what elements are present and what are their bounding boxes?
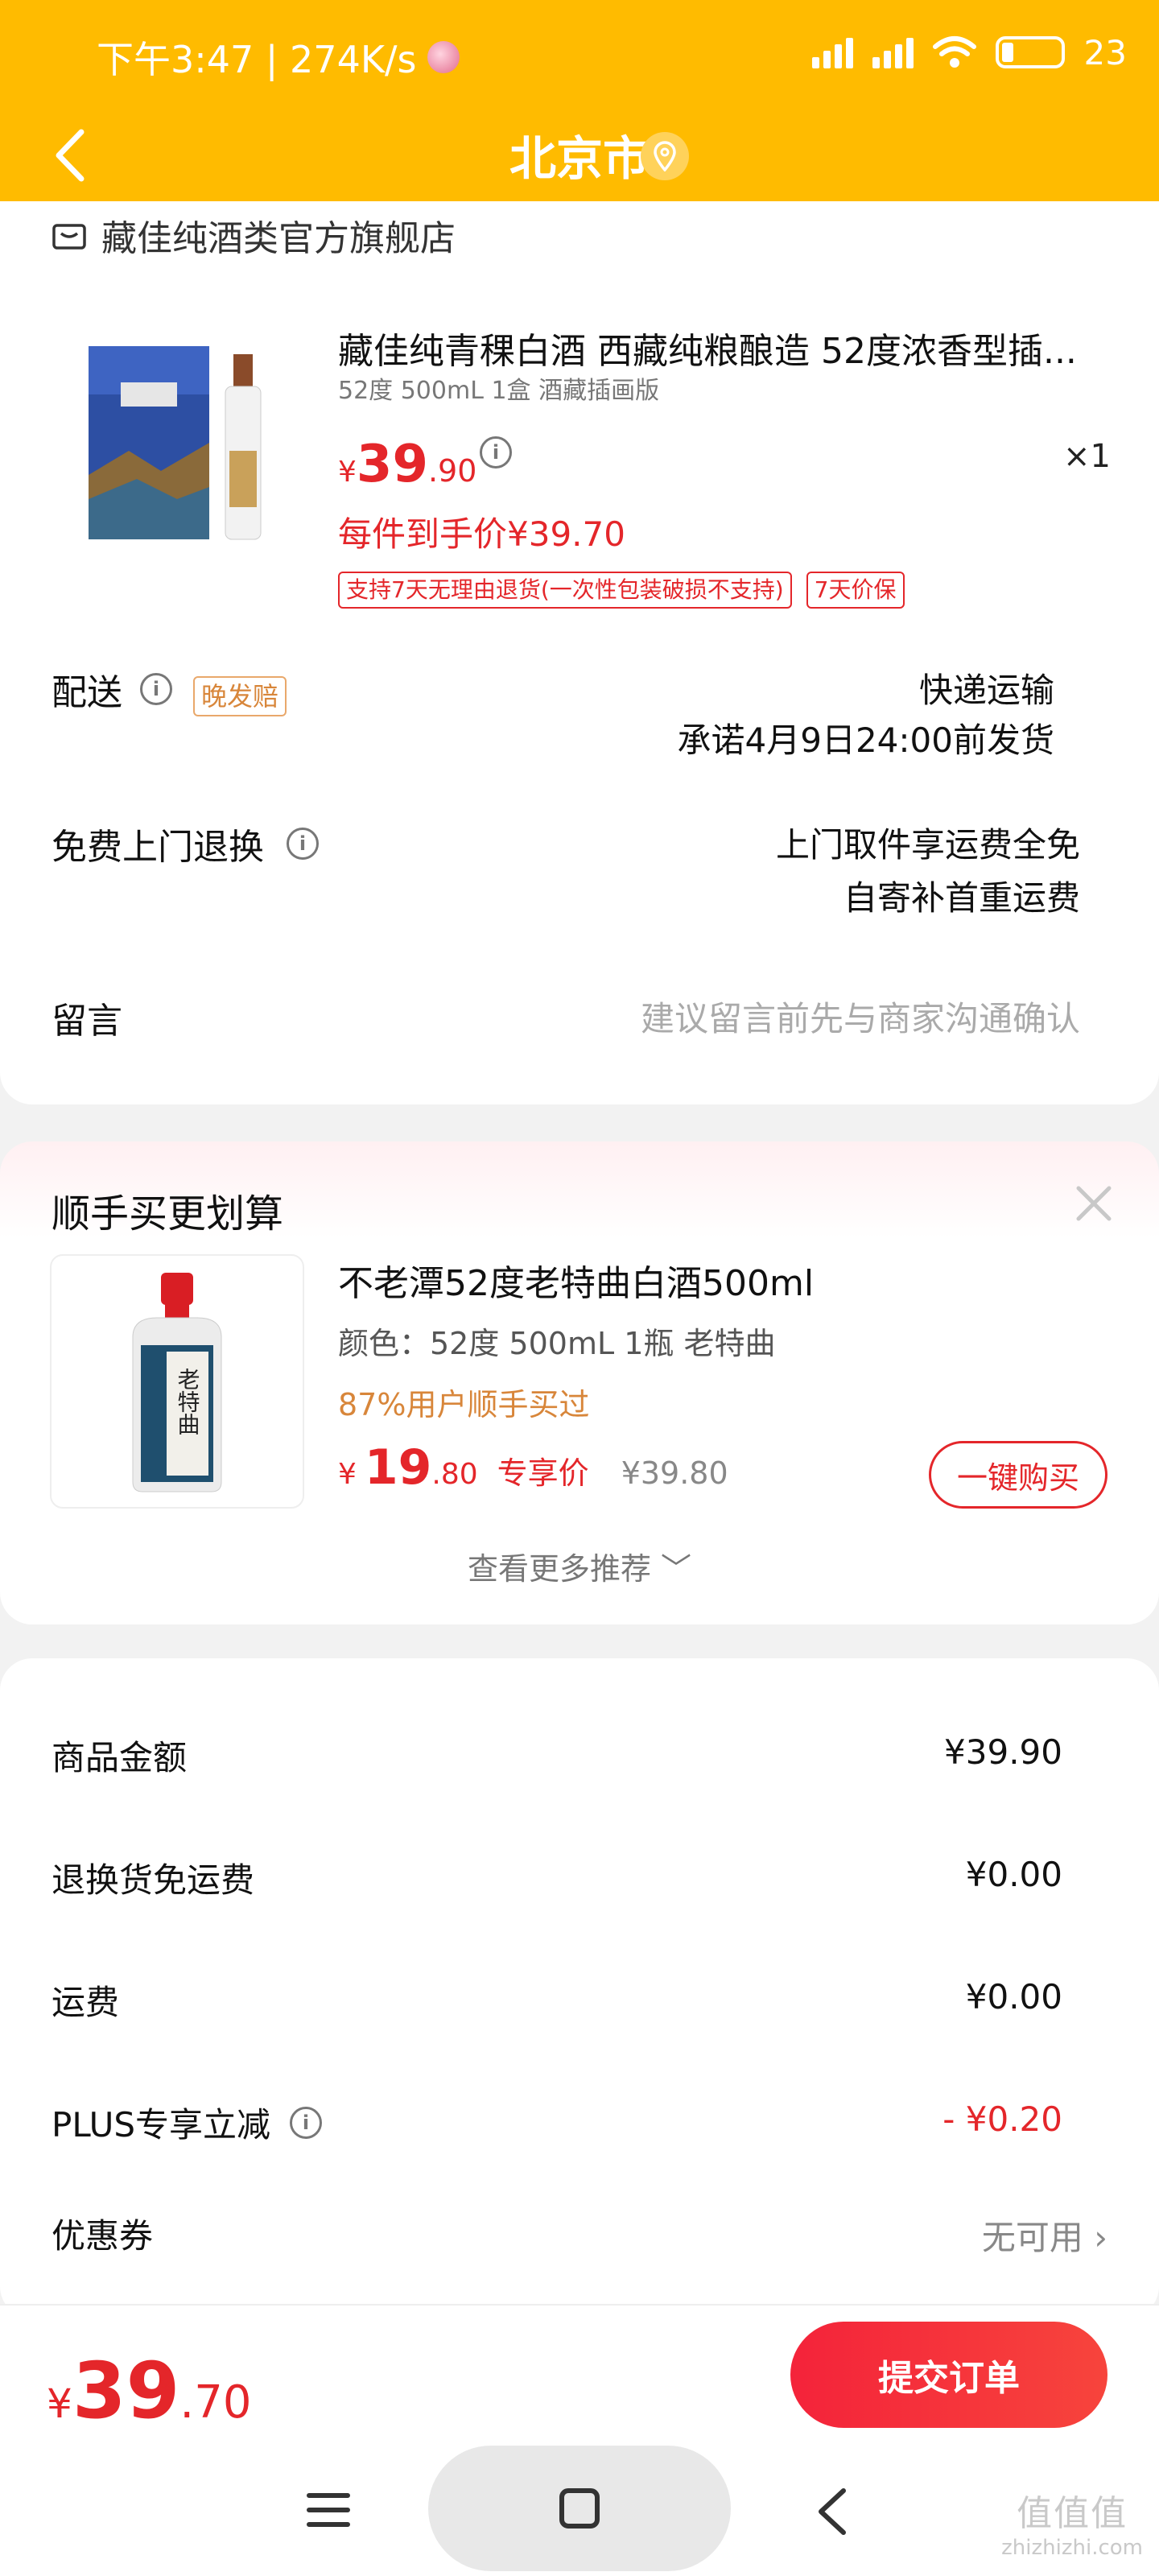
plus-discount-row[interactable]: PLUS专享立减 i <box>52 2098 323 2147</box>
total-integer: 39 <box>72 2346 180 2436</box>
return-free-label: 退换货免运费 <box>52 1853 254 1902</box>
goods-amount-label-text: 商品金额 <box>52 1738 188 1777</box>
submit-order-button[interactable]: 提交订单 <box>790 2322 1107 2428</box>
product-spec: 52度 500mL 1盒 酒藏插画版 <box>338 377 660 405</box>
battery-icon <box>995 36 1065 68</box>
free-return-row[interactable]: 免费上门退换 i <box>52 818 319 869</box>
top-bar: 下午3:47 | 274K/s 23 北京市 <box>0 0 1159 225</box>
price-decimal: .90 <box>427 453 477 489</box>
home-button[interactable] <box>428 2446 731 2571</box>
recommend-title: 顺手买更划算 <box>52 1191 284 1236</box>
total-price: ¥ 39 .70 <box>47 2346 251 2436</box>
free-return-label: 免费上门退换 <box>52 827 264 868</box>
more-recommend-link[interactable]: 查看更多推荐 ﹀ <box>0 1544 1159 1588</box>
close-icon[interactable] <box>1074 1183 1114 1224</box>
recommend-item-title[interactable]: 不老潭52度老特曲白酒500ml <box>338 1254 814 1306</box>
price-currency: ¥ <box>338 456 357 489</box>
watermark: 值值值 zhizhizhi.com <box>1001 2484 1143 2560</box>
rec-price-currency: ¥ <box>338 1458 357 1491</box>
store-name: 藏佳纯酒类官方旗舰店 <box>101 218 456 259</box>
one-click-buy-button[interactable]: 一键购买 <box>929 1441 1107 1509</box>
message-input[interactable]: 建议留言前先与商家沟通确认 <box>641 992 1080 1041</box>
totals-card: 商品金额 ¥39.90 退换货免运费 ¥0.00 运费 ¥0.00 PLUS专享… <box>0 1658 1159 2318</box>
rec-price-integer: 19 <box>364 1439 432 1496</box>
recommend-social-proof: 87%用户顺手买过 <box>338 1387 590 1422</box>
return-line-2: 自寄补首重运费 <box>843 878 1080 918</box>
order-product-card: 藏佳纯酒类官方旗舰店 藏佳纯青稞白酒 西藏纯粮酿造 52度浓香型插... 52度… <box>0 201 1159 1104</box>
store-icon <box>52 224 86 250</box>
bottom-bar: ¥ 39 .70 提交订单 值值值 zhizhizhi.com <box>0 2304 1159 2576</box>
shipping-label-text: 运费 <box>52 1983 120 2022</box>
unit-final-price: 每件到手价¥39.70 <box>338 514 625 554</box>
menu-icon[interactable] <box>306 2491 351 2529</box>
delivery-promise: 承诺4月9日24:00前发货 <box>677 720 1054 760</box>
return-info-icon[interactable]: i <box>287 828 319 860</box>
signal-icon <box>811 36 853 68</box>
total-decimal: .70 <box>179 2376 252 2429</box>
total-currency: ¥ <box>47 2380 72 2427</box>
battery-percent: 23 <box>1083 32 1127 72</box>
recommend-price: ¥ 19 .80 专享价 ¥39.80 <box>338 1439 728 1496</box>
coupon-value[interactable]: 无可用 › <box>982 2211 1107 2260</box>
rec-original-price: ¥39.80 <box>621 1455 728 1491</box>
rec-price-label: 专享价 <box>497 1455 589 1491</box>
notification-app-icon <box>427 41 460 73</box>
return-free-value: ¥0.00 <box>965 1855 1062 1894</box>
rec-price-decimal: .80 <box>431 1458 478 1491</box>
nav-back-icon[interactable] <box>813 2487 852 2536</box>
product-image[interactable] <box>72 338 298 547</box>
delivery-label: 配送 <box>52 672 122 713</box>
recommend-card: 顺手买更划算 老特曲 不老潭52度老特曲白酒500ml 颜色：52度 500mL… <box>0 1141 1159 1624</box>
delivery-info-icon[interactable]: i <box>140 673 172 705</box>
late-compensation-tag: 晚发赔 <box>193 676 287 717</box>
message-label: 留言 <box>52 1001 122 1042</box>
goods-amount-label: 商品金额 <box>52 1731 187 1780</box>
bottle-label: 老特曲 <box>175 1368 201 1435</box>
watermark-main: 值值值 <box>1017 2493 1128 2534</box>
coupon-label-text: 优惠券 <box>52 2216 154 2256</box>
recommend-item-image[interactable]: 老特曲 <box>50 1254 304 1509</box>
home-square-icon <box>559 2488 600 2529</box>
return-policy-tag: 支持7天无理由退货(一次性包装破损不支持) <box>338 572 792 609</box>
price-integer: 39 <box>356 435 428 494</box>
recommend-item-spec: 颜色：52度 500mL 1瓶 老特曲 <box>338 1326 776 1361</box>
product-title[interactable]: 藏佳纯青稞白酒 西藏纯粮酿造 52度浓香型插... <box>338 322 1111 374</box>
system-nav-bar <box>0 2442 1159 2571</box>
quantity: ×1 <box>1063 438 1111 475</box>
store-row[interactable]: 藏佳纯酒类官方旗舰店 <box>52 209 456 261</box>
price-protect-tag: 7天价保 <box>806 572 905 609</box>
status-icons: 23 <box>811 32 1127 72</box>
product-price: ¥ 39 .90 <box>338 435 476 494</box>
signal-icon-2 <box>872 36 914 68</box>
status-time: 下午3:47 | 274K/s <box>97 31 460 84</box>
return-free-label-text: 退换货免运费 <box>52 1860 255 1900</box>
delivery-row[interactable]: 配送 i <box>52 663 172 715</box>
plus-discount-value: - ¥0.20 <box>942 2099 1062 2139</box>
status-time-text: 下午3:47 | 274K/s <box>97 38 417 81</box>
shipping-value: ¥0.00 <box>965 1977 1062 2017</box>
service-tags: 支持7天无理由退货(一次性包装破损不支持) 7天价保 <box>338 572 905 609</box>
page-title[interactable]: 北京市 <box>0 121 1159 188</box>
shipping-label: 运费 <box>52 1975 119 2025</box>
watermark-sub: zhizhizhi.com <box>1001 2536 1143 2560</box>
return-line-1: 上门取件享运费全免 <box>775 825 1080 865</box>
wifi-icon <box>932 36 976 68</box>
plus-discount-label: PLUS专享立减 <box>52 2105 271 2145</box>
goods-amount-value: ¥39.90 <box>944 1732 1062 1772</box>
price-info-icon[interactable]: i <box>480 436 512 469</box>
delivery-method: 快递运输 <box>918 671 1054 710</box>
coupon-label: 优惠券 <box>52 2209 153 2258</box>
plus-info-icon[interactable]: i <box>290 2106 323 2139</box>
location-pin-icon[interactable] <box>641 132 689 180</box>
